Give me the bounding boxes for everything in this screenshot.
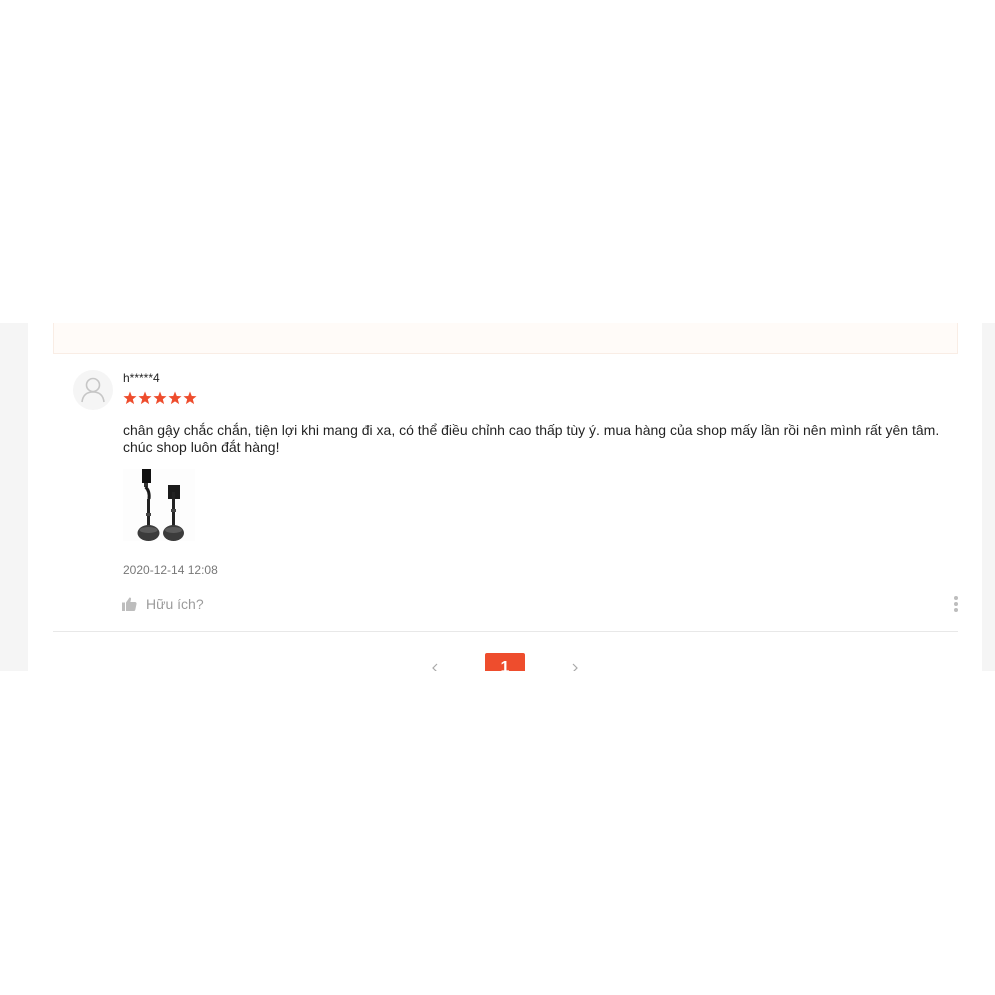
user-placeholder-icon — [81, 377, 105, 403]
helpful-label: Hữu ích? — [146, 596, 204, 612]
more-options-button[interactable] — [950, 595, 962, 615]
star-icon — [153, 391, 167, 405]
page-button-current[interactable]: 1 — [485, 653, 525, 671]
star-icon — [183, 391, 197, 405]
reviews-panel: h*****4 chân gậy chắc chắn, tiện lợi khi… — [28, 323, 982, 671]
next-page-button[interactable] — [567, 660, 583, 671]
review-photo-thumbnail[interactable] — [123, 469, 195, 541]
previous-page-button[interactable] — [427, 660, 443, 671]
rating-filter-box — [53, 323, 958, 354]
reviews-section-background: h*****4 chân gậy chắc chắn, tiện lợi khi… — [0, 323, 995, 671]
star-icon — [138, 391, 152, 405]
star-icon — [168, 391, 182, 405]
chevron-left-icon — [432, 663, 438, 671]
review-comment: chân gậy chắc chắn, tiện lợi khi mang đi… — [123, 422, 940, 455]
avatar[interactable] — [73, 370, 113, 410]
microphone-stand-photo — [123, 469, 195, 541]
review-divider — [53, 631, 958, 632]
rating-stars — [123, 391, 197, 405]
chevron-right-icon — [572, 663, 578, 671]
review-author[interactable]: h*****4 — [123, 371, 160, 385]
review-date: 2020-12-14 12:08 — [123, 563, 218, 577]
star-icon — [123, 391, 137, 405]
more-vertical-icon — [954, 596, 958, 612]
helpful-button[interactable]: Hữu ích? — [122, 595, 204, 613]
thumbs-up-icon — [122, 597, 137, 611]
